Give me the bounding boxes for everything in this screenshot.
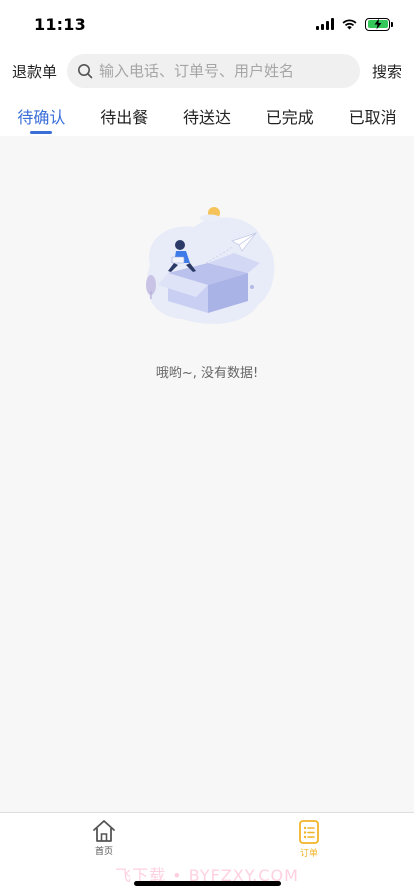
- search-box[interactable]: [67, 54, 360, 88]
- nav-label-orders: 订单: [299, 849, 318, 859]
- empty-state-message: 哦哟~, 没有数据!: [155, 366, 259, 381]
- battery-icon: [365, 17, 393, 31]
- status-bar: 11:13: [0, 0, 414, 48]
- search-header: 退款单 搜索: [0, 48, 414, 94]
- wifi-icon: [342, 19, 357, 30]
- home-icon: [93, 820, 115, 842]
- tab-completed[interactable]: 已完成: [248, 94, 331, 136]
- cellular-signal-icon: [316, 18, 334, 30]
- tab-pending-delivery[interactable]: 待送达: [166, 94, 249, 136]
- nav-item-home[interactable]: 首页: [74, 819, 134, 857]
- status-icons: [316, 17, 393, 31]
- home-indicator[interactable]: [134, 881, 281, 886]
- status-time: 11:13: [34, 14, 86, 34]
- search-icon: [78, 64, 93, 79]
- order-list-screen: 11:13 退款单 输入电话、订单号、用户姓名 搜索 待确认 待出餐 待送达 已…: [0, 0, 414, 896]
- active-tab-indicator: [30, 131, 53, 134]
- empty-box-illustration: [146, 207, 275, 324]
- tab-pending-confirm[interactable]: 待确认: [0, 94, 83, 136]
- nav-item-orders[interactable]: 订单: [279, 819, 339, 859]
- charging-bolt-icon: [374, 18, 381, 30]
- tab-cancelled[interactable]: 已取消: [331, 94, 414, 136]
- search-button[interactable]: 搜索: [372, 61, 402, 82]
- tab-pending-meal[interactable]: 待出餐: [83, 94, 166, 136]
- refund-orders-link[interactable]: 退款单: [12, 61, 57, 82]
- search-input[interactable]: [99, 62, 350, 80]
- nav-label-home: 首页: [94, 847, 113, 857]
- order-list-icon: [299, 820, 319, 844]
- order-status-tabs: 待确认 待出餐 待送达 已完成 已取消: [0, 94, 414, 136]
